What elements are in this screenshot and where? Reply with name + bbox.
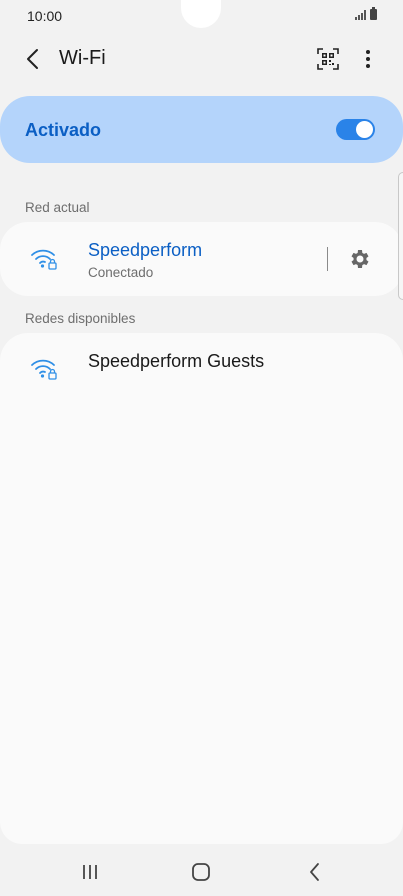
page-title: Wi-Fi (59, 47, 106, 69)
camera-notch (181, 0, 221, 28)
network-list-item[interactable]: Speedperform Guests (0, 333, 403, 391)
more-options-icon[interactable] (358, 47, 378, 71)
status-time: 10:00 (27, 8, 63, 24)
recent-apps-icon[interactable] (77, 861, 103, 883)
settings-divider (327, 247, 328, 271)
wifi-toggle-label: Activado (25, 120, 102, 140)
wifi-secured-icon (31, 359, 57, 380)
status-icons (355, 7, 377, 20)
signal-icon (355, 10, 366, 20)
current-network-name: Speedperform (88, 240, 203, 260)
back-nav-icon[interactable] (302, 861, 328, 883)
app-bar: Wi-Fi (0, 36, 403, 82)
status-bar: 10:00 (0, 0, 403, 30)
switch-knob (356, 121, 373, 138)
available-networks-section-label: Redes disponibles (25, 311, 136, 326)
available-networks-card: Speedperform Guests (0, 333, 403, 844)
home-icon[interactable] (188, 861, 214, 883)
current-network-section-label: Red actual (25, 200, 90, 215)
navigation-bar (0, 848, 403, 896)
wifi-switch[interactable] (336, 119, 375, 140)
battery-icon (370, 7, 377, 20)
edge-panel-handle[interactable] (398, 172, 403, 300)
wifi-secured-icon (31, 249, 57, 270)
current-network-status: Conectado (88, 265, 154, 280)
gear-icon[interactable] (348, 247, 372, 271)
network-name: Speedperform Guests (88, 351, 265, 371)
qr-code-scan-icon[interactable] (316, 47, 340, 71)
back-arrow-icon[interactable] (20, 46, 46, 72)
current-network-card[interactable]: Speedperform Conectado (0, 222, 403, 296)
